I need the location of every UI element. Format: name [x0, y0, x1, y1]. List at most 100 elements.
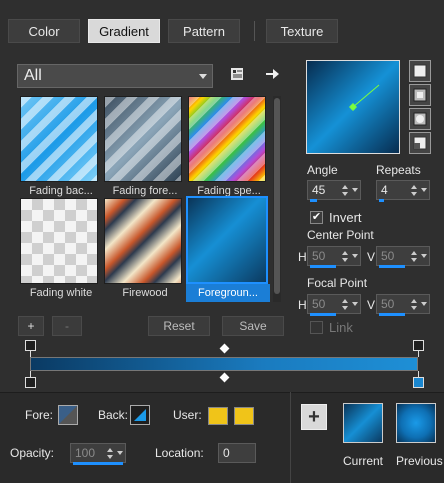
fore-label: Fore:	[25, 408, 54, 422]
spin-arrows-icon[interactable]	[105, 444, 115, 462]
swatch-scrollbar[interactable]	[273, 96, 281, 302]
remove-gradient-button[interactable]: -	[52, 316, 82, 336]
opacity-midpoint-handle[interactable]	[219, 343, 230, 354]
linear-style-button[interactable]	[409, 60, 431, 82]
focal-h-label: H	[298, 298, 307, 312]
scrollbar-thumb[interactable]	[274, 98, 280, 294]
opacity-value: 100	[75, 446, 96, 460]
gradient-preview[interactable]	[306, 60, 400, 154]
center-h-label: H	[298, 250, 307, 264]
gradient-swatch-foreground[interactable]: Foregroun...	[186, 196, 270, 302]
category-dropdown[interactable]: All	[17, 64, 213, 88]
gradient-swatch-fading-white[interactable]: Fading white	[20, 198, 102, 304]
book-icon[interactable]	[229, 66, 245, 82]
chevron-down-icon	[199, 74, 207, 79]
tab-separator	[254, 21, 255, 41]
gradient-thumbnail	[20, 96, 98, 182]
user-label: User:	[173, 408, 202, 422]
center-h-stepper[interactable]: 50	[307, 246, 361, 268]
opacity-stop-right[interactable]	[413, 340, 424, 351]
arrow-right-icon[interactable]	[264, 66, 280, 82]
rectangular-style-button[interactable]	[409, 84, 431, 106]
tab-texture[interactable]: Texture	[266, 19, 338, 43]
gradient-swatch-fading-background[interactable]: Fading bac...	[20, 96, 102, 202]
gradient-thumbnail	[20, 198, 98, 284]
center-v-label: V	[367, 250, 376, 264]
opacity-label: Opacity:	[10, 446, 55, 460]
invert-checkbox[interactable]: ✔	[310, 211, 323, 224]
user-color-swatch-2[interactable]	[234, 407, 254, 425]
opacity-stop-left[interactable]	[25, 340, 36, 351]
angle-label: Angle	[307, 163, 338, 177]
gradient-swatch-firewood[interactable]: Firewood	[104, 198, 186, 304]
chevron-down-icon[interactable]	[419, 181, 429, 199]
chevron-down-icon[interactable]	[350, 181, 360, 199]
focal-v-level-bar	[379, 313, 405, 316]
category-dropdown-value: All	[24, 67, 42, 84]
chevron-down-icon[interactable]	[419, 295, 429, 313]
spin-arrows-icon[interactable]	[340, 295, 350, 313]
chevron-down-icon[interactable]	[115, 444, 125, 462]
gradient-swatch-label: Foregroun...	[186, 284, 270, 302]
current-label: Current	[343, 454, 384, 468]
link-checkbox[interactable]	[310, 321, 323, 334]
save-button[interactable]: Save	[222, 316, 284, 336]
current-gradient-swatch	[343, 403, 383, 443]
gradient-swatch-fading-spectrum[interactable]: Fading spe...	[188, 96, 270, 202]
user-color-swatch-1[interactable]	[208, 407, 228, 425]
spin-arrows-icon[interactable]	[409, 181, 419, 199]
chevron-down-icon[interactable]	[350, 295, 360, 313]
angle-handle-icon[interactable]	[307, 61, 399, 153]
color-stop-left[interactable]	[25, 377, 36, 388]
angle-stepper[interactable]: 45	[307, 180, 361, 202]
focal-point-label: Focal Point	[307, 276, 368, 290]
focal-v-stepper[interactable]: 50	[376, 294, 430, 316]
spin-arrows-icon[interactable]	[409, 247, 419, 265]
gradient-swatch-fading-foreground[interactable]: Fading fore...	[104, 96, 186, 202]
add-gradient-button[interactable]: +	[18, 316, 44, 336]
center-v-value: 50	[381, 249, 395, 263]
color-midpoint-handle[interactable]	[219, 372, 230, 383]
tab-color[interactable]: Color	[8, 19, 80, 43]
focal-h-level-bar	[310, 313, 336, 316]
location-field[interactable]: 0	[218, 443, 256, 463]
location-value: 0	[223, 446, 230, 460]
center-point-label: Center Point	[307, 228, 374, 242]
reset-button[interactable]: Reset	[148, 316, 210, 336]
back-label: Back:	[98, 408, 129, 422]
stop-connector	[418, 351, 419, 357]
center-v-level-bar	[379, 265, 405, 268]
tab-pattern[interactable]: Pattern	[168, 19, 240, 43]
previous-gradient-swatch[interactable]	[396, 403, 436, 443]
gradient-swatch-label: Fading white	[29, 287, 93, 299]
spin-arrows-icon[interactable]	[340, 181, 350, 199]
gradient-thumbnail	[104, 96, 182, 182]
gradient-thumbnail	[104, 198, 182, 284]
repeats-stepper[interactable]: 4	[376, 180, 430, 202]
gradient-swatch-label: Firewood	[122, 287, 168, 299]
fore-color-swatch[interactable]	[58, 405, 78, 425]
gradient-thumbnail	[186, 196, 268, 284]
center-v-stepper[interactable]: 50	[376, 246, 430, 268]
gradient-thumbnail	[188, 96, 266, 182]
center-h-value: 50	[312, 249, 326, 263]
spin-arrows-icon[interactable]	[340, 247, 350, 265]
focal-h-stepper[interactable]: 50	[307, 294, 361, 316]
tab-gradient[interactable]: Gradient	[88, 19, 160, 43]
spin-arrows-icon[interactable]	[409, 295, 419, 313]
previous-label: Previous	[396, 454, 443, 468]
sunburst-style-button[interactable]	[409, 108, 431, 130]
back-color-swatch[interactable]	[130, 405, 150, 425]
center-h-level-bar	[310, 265, 336, 268]
color-stop-right[interactable]	[413, 377, 424, 388]
gradient-bar[interactable]	[30, 357, 418, 371]
chevron-down-icon[interactable]	[419, 247, 429, 265]
opacity-stepper[interactable]: 100	[70, 443, 126, 465]
chevron-down-icon[interactable]	[350, 247, 360, 265]
repeats-value: 4	[381, 183, 388, 197]
location-label: Location:	[155, 446, 204, 460]
radial-style-button[interactable]	[409, 132, 431, 154]
add-to-library-button[interactable]: +	[301, 404, 327, 430]
focal-v-label: V	[367, 298, 376, 312]
angle-level-bar	[310, 199, 317, 202]
